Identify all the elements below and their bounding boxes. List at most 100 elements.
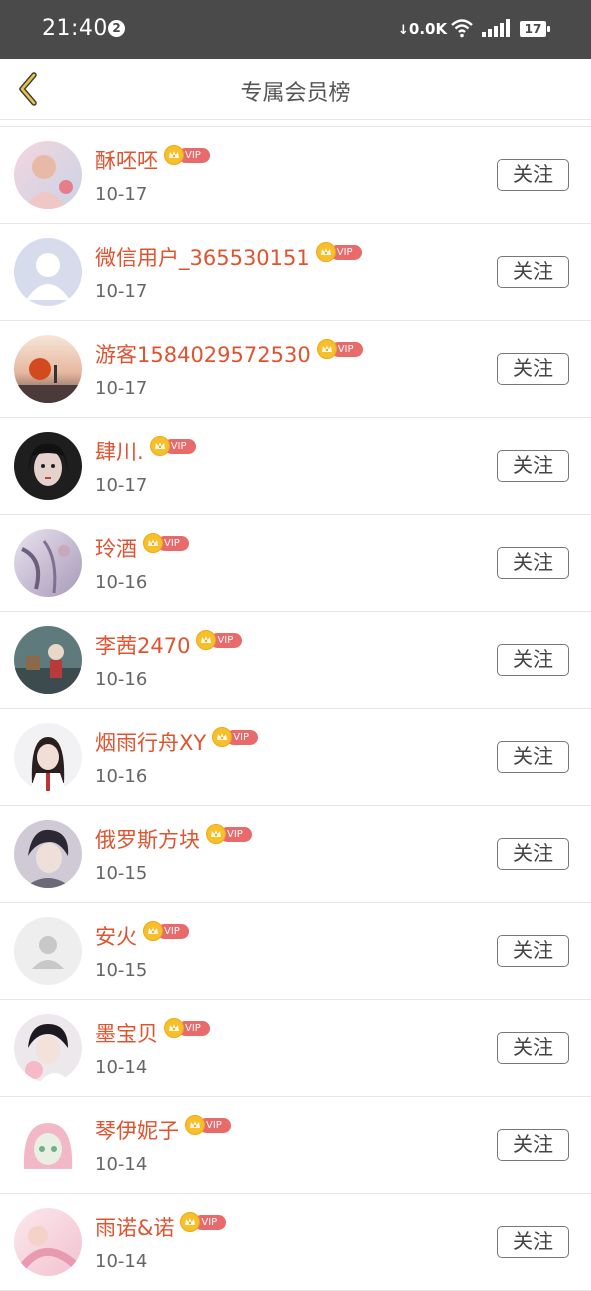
member-row[interactable]: 烟雨行舟XY VIP 10-16 关注 — [0, 709, 591, 806]
vip-badge: VIP — [212, 727, 259, 747]
follow-button[interactable]: 关注 — [497, 838, 569, 870]
join-date: 10-15 — [95, 960, 148, 981]
join-date: 10-16 — [95, 766, 148, 787]
avatar[interactable] — [14, 335, 82, 403]
user-name[interactable]: 墨宝贝 — [95, 1020, 158, 1048]
follow-button[interactable]: 关注 — [497, 1032, 569, 1064]
crown-icon — [143, 533, 163, 553]
crown-icon — [316, 339, 337, 359]
name-line: 墨宝贝 VIP — [95, 1018, 210, 1050]
follow-button[interactable]: 关注 — [497, 1226, 569, 1258]
member-row[interactable]: 游客1584029572530 VIP 10-17 关注 — [0, 321, 591, 418]
vip-badge: VIP — [180, 1212, 227, 1232]
member-row[interactable]: 俄罗斯方块 VIP 10-15 关注 — [0, 806, 591, 903]
crown-icon — [196, 630, 217, 650]
name-line: 玲酒 VIP — [95, 533, 189, 565]
member-row[interactable]: 酥呸呸 VIP 10-17 关注 — [0, 127, 591, 224]
crown-icon — [164, 145, 184, 165]
crown-icon — [315, 242, 336, 262]
member-row[interactable]: 琴伊妮子 VIP 10-14 关注 — [0, 1097, 591, 1194]
join-date: 10-16 — [95, 669, 148, 690]
vip-badge: VIP — [164, 145, 210, 165]
user-name[interactable]: 微信用户_365530151 — [95, 244, 310, 272]
wifi-icon — [450, 18, 474, 42]
join-date: 10-15 — [95, 863, 148, 884]
crown-icon — [185, 1115, 205, 1135]
vip-badge: VIP — [196, 630, 243, 650]
crown-icon — [149, 436, 170, 456]
crown-icon — [212, 727, 233, 747]
status-bar: 21:40 2 ↓0.0K 17 — [0, 0, 591, 59]
notification-count-badge: 2 — [108, 20, 125, 37]
follow-button[interactable]: 关注 — [497, 547, 569, 579]
name-line: 肆川. VIP — [95, 436, 196, 468]
avatar[interactable] — [14, 432, 82, 500]
follow-button[interactable]: 关注 — [497, 159, 569, 191]
user-name[interactable]: 玲酒 — [95, 535, 137, 563]
member-row[interactable]: 墨宝贝 VIP 10-14 关注 — [0, 1000, 591, 1097]
follow-button[interactable]: 关注 — [497, 1129, 569, 1161]
follow-button[interactable]: 关注 — [497, 935, 569, 967]
nav-bar: 专属会员榜 — [0, 59, 591, 120]
follow-button[interactable]: 关注 — [497, 353, 569, 385]
user-name[interactable]: 肆川. — [95, 438, 144, 466]
join-date: 10-14 — [95, 1154, 148, 1175]
join-date: 10-14 — [95, 1251, 148, 1272]
avatar[interactable] — [14, 723, 82, 791]
name-line: 俄罗斯方块 VIP — [95, 824, 252, 856]
name-line: 安火 VIP — [95, 921, 189, 953]
vip-badge: VIP — [143, 921, 189, 941]
member-row[interactable]: 雨诺&诺 VIP 10-14 关注 — [0, 1194, 591, 1291]
follow-button[interactable]: 关注 — [497, 644, 569, 676]
member-row[interactable]: 肆川. VIP 10-17 关注 — [0, 418, 591, 515]
vip-badge: VIP — [143, 533, 189, 553]
follow-button[interactable]: 关注 — [497, 741, 569, 773]
vip-badge: VIP — [315, 242, 362, 262]
avatar[interactable] — [14, 529, 82, 597]
user-name[interactable]: 李茜2470 — [95, 632, 190, 660]
user-name[interactable]: 游客1584029572530 — [95, 341, 311, 369]
avatar[interactable] — [14, 626, 82, 694]
name-line: 烟雨行舟XY VIP — [95, 727, 259, 759]
vip-badge: VIP — [185, 1115, 231, 1135]
member-row[interactable]: 安火 VIP 10-15 关注 — [0, 903, 591, 1000]
signal-icon — [482, 19, 512, 41]
name-line: 微信用户_365530151 VIP — [95, 242, 362, 274]
battery-icon: 17 — [520, 21, 550, 37]
download-arrow-icon: ↓ — [398, 23, 409, 38]
user-name[interactable]: 烟雨行舟XY — [95, 729, 206, 757]
avatar[interactable] — [14, 1111, 82, 1179]
crown-icon — [206, 824, 226, 844]
status-time: 21:40 — [42, 16, 108, 41]
crown-icon — [180, 1212, 201, 1232]
crown-icon — [164, 1018, 184, 1038]
join-date: 10-14 — [95, 1057, 148, 1078]
user-name[interactable]: 酥呸呸 — [95, 147, 158, 175]
user-name[interactable]: 安火 — [95, 923, 137, 951]
vip-badge: VIP — [164, 1018, 210, 1038]
avatar[interactable] — [14, 820, 82, 888]
join-date: 10-17 — [95, 184, 148, 205]
avatar[interactable] — [14, 1208, 82, 1276]
name-line: 游客1584029572530 VIP — [95, 339, 363, 371]
user-name[interactable]: 琴伊妮子 — [95, 1117, 179, 1145]
member-row[interactable]: 李茜2470 VIP 10-16 关注 — [0, 612, 591, 709]
avatar[interactable] — [14, 1014, 82, 1082]
vip-badge: VIP — [149, 436, 196, 456]
crown-icon — [143, 921, 163, 941]
member-list: 酥呸呸 VIP 10-17 关注 微信用户_365530151 VIP 10-17 关注 游客1… — [0, 126, 591, 1291]
name-line: 酥呸呸 VIP — [95, 145, 210, 177]
join-date: 10-17 — [95, 378, 148, 399]
member-row[interactable]: 微信用户_365530151 VIP 10-17 关注 — [0, 224, 591, 321]
avatar[interactable] — [14, 141, 82, 209]
avatar[interactable] — [14, 917, 82, 985]
user-name[interactable]: 俄罗斯方块 — [95, 826, 200, 854]
vip-badge: VIP — [206, 824, 252, 844]
network-speed-value: 0.0K — [408, 20, 448, 38]
avatar[interactable] — [14, 238, 82, 306]
follow-button[interactable]: 关注 — [497, 450, 569, 482]
follow-button[interactable]: 关注 — [497, 256, 569, 288]
vip-badge: VIP — [316, 339, 363, 359]
user-name[interactable]: 雨诺&诺 — [95, 1214, 174, 1242]
member-row[interactable]: 玲酒 VIP 10-16 关注 — [0, 515, 591, 612]
